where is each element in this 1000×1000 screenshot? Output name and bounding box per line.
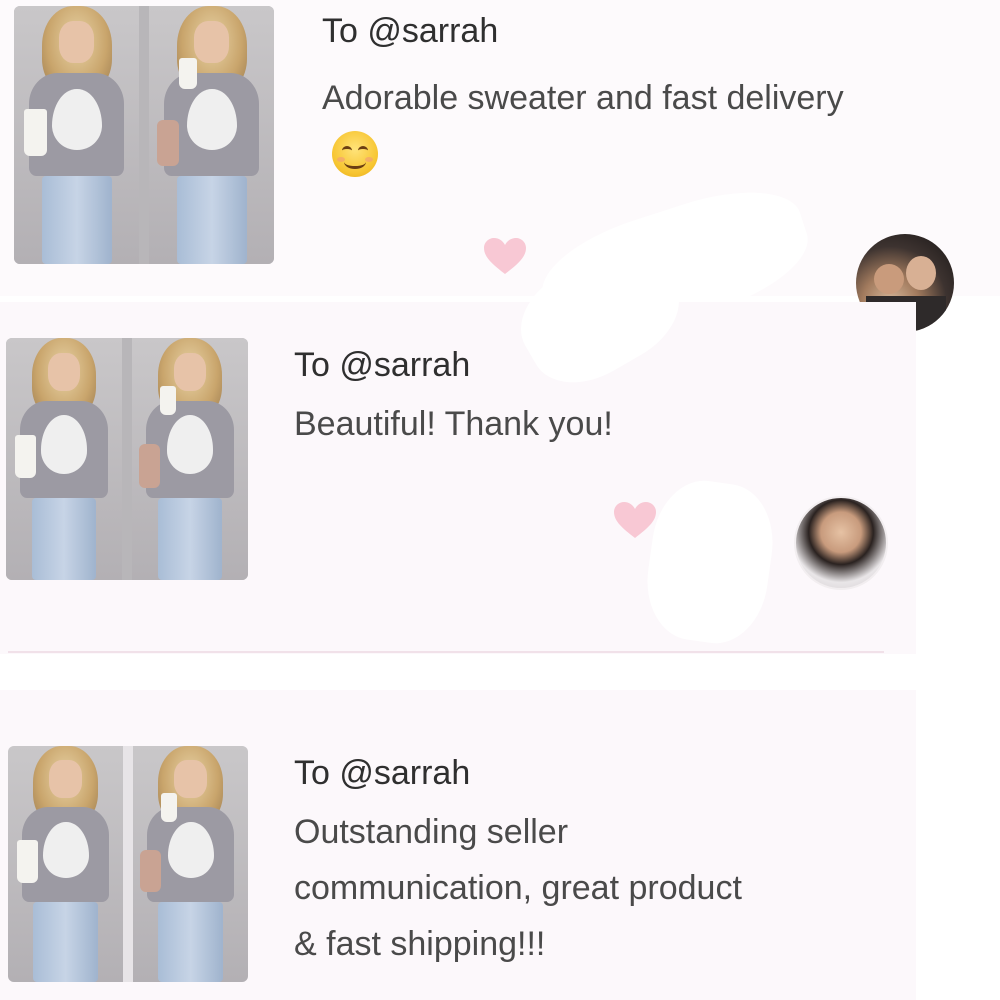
product-photo-front bbox=[8, 746, 123, 982]
product-photo-front bbox=[14, 6, 139, 264]
review-card: To @sarrah Adorable sweater and fast del… bbox=[0, 0, 1000, 296]
review-text: Adorable sweater and fast delivery bbox=[322, 70, 882, 182]
reviewer-avatar[interactable] bbox=[794, 496, 888, 590]
product-photo-full bbox=[133, 746, 248, 982]
review-recipient: To @sarrah bbox=[294, 346, 471, 384]
review-text-line: Outstanding seller bbox=[294, 813, 569, 851]
divider bbox=[8, 651, 884, 653]
product-thumbnail[interactable] bbox=[8, 746, 248, 982]
smiling-face-icon bbox=[332, 131, 378, 178]
review-text: Beautiful! Thank you! bbox=[294, 405, 613, 443]
review-card: To @sarrah Outstanding seller communicat… bbox=[0, 690, 916, 1000]
product-thumbnail[interactable] bbox=[14, 6, 274, 264]
product-photo-front bbox=[6, 338, 122, 580]
review-text: Outstanding seller communication, great … bbox=[294, 804, 894, 972]
product-thumbnail[interactable] bbox=[6, 338, 248, 580]
heart-icon[interactable] bbox=[612, 500, 658, 540]
review-card: To @sarrah Beautiful! Thank you! bbox=[0, 302, 916, 654]
review-recipient: To @sarrah bbox=[322, 12, 499, 50]
review-text-line: communication, great product bbox=[294, 869, 742, 907]
redaction-mark bbox=[639, 474, 781, 650]
review-recipient: To @sarrah bbox=[294, 754, 471, 792]
review-text-line: & fast shipping!!! bbox=[294, 925, 546, 963]
heart-icon[interactable] bbox=[482, 236, 528, 276]
product-photo-full bbox=[132, 338, 248, 580]
product-photo-full bbox=[149, 6, 274, 264]
